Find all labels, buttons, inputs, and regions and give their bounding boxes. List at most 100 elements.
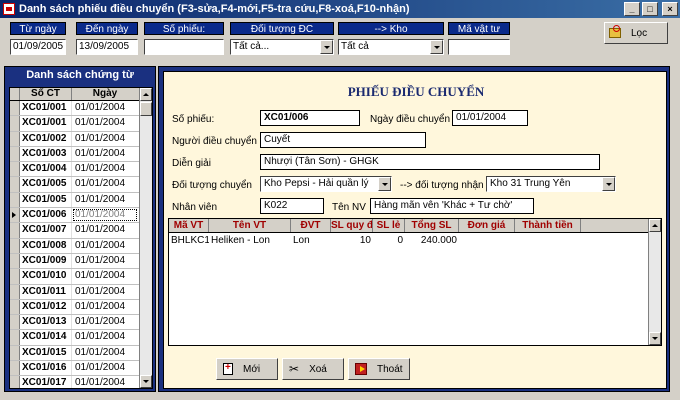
row-indicator[interactable] [10, 131, 20, 146]
row-indicator[interactable] [10, 361, 20, 376]
row-indicator[interactable] [10, 208, 20, 223]
from-date-input[interactable]: 01/09/2005 [10, 39, 66, 55]
document-list-scrollbar[interactable] [139, 88, 152, 388]
row-indicator[interactable] [10, 101, 20, 116]
close-button[interactable]: × [662, 2, 678, 16]
list-item[interactable]: XC01/002 01/01/2004 [10, 131, 152, 147]
list-item[interactable]: XC01/004 01/01/2004 [10, 162, 152, 178]
doc-no-field[interactable]: XC01/006 [260, 110, 360, 126]
list-item-doc-no: XC01/015 [20, 345, 72, 361]
row-indicator[interactable] [10, 162, 20, 177]
detail-grid[interactable]: Mã VT Tên VT ĐVT SL quy đổi SL lẻ Tổng S… [168, 218, 662, 346]
doc-no-filter-input[interactable] [144, 39, 224, 55]
list-item-doc-no: XC01/011 [20, 284, 72, 299]
row-indicator[interactable] [10, 345, 20, 361]
to-date-input[interactable]: 13/09/2005 [76, 39, 138, 55]
chevron-down-icon[interactable] [378, 177, 391, 191]
scroll-down-button[interactable] [140, 375, 152, 388]
col-unit[interactable]: ĐVT [291, 219, 331, 232]
detail-grid-scrollbar[interactable] [648, 219, 661, 345]
item-code-filter-input[interactable] [448, 39, 510, 55]
list-item-date: 01/01/2004 [75, 224, 126, 236]
list-item[interactable]: XC01/017 01/01/2004 [10, 376, 152, 388]
col-amount[interactable]: Thành tiền [515, 219, 581, 232]
to-target-value: Kho 31 Trung Yên [490, 178, 571, 189]
list-item[interactable]: XC01/013 01/01/2004 [10, 315, 152, 331]
chevron-down-icon[interactable] [602, 177, 615, 191]
row-indicator[interactable] [10, 315, 20, 330]
col-date[interactable]: Ngày [72, 88, 138, 100]
row-indicator[interactable] [10, 146, 20, 162]
list-item[interactable]: XC01/003 01/01/2004 [10, 146, 152, 163]
list-item[interactable]: XC01/005 01/01/2004 [10, 177, 152, 193]
detail-unit-price [459, 233, 515, 248]
col-unit-price[interactable]: Đơn giá [459, 219, 515, 232]
staff-code-field[interactable]: K022 [260, 198, 324, 214]
list-item[interactable]: XC01/012 01/01/2004 [10, 299, 152, 316]
list-item-doc-no: XC01/017 [20, 376, 72, 388]
scroll-up-button[interactable] [649, 219, 661, 232]
list-item[interactable]: XC01/015 01/01/2004 [10, 345, 152, 362]
scroll-up-button[interactable] [140, 88, 152, 101]
list-item[interactable]: XC01/001 01/01/2004 [10, 116, 152, 132]
row-indicator[interactable] [10, 299, 20, 315]
exit-door-icon [355, 363, 367, 375]
warehouse-filter-label: --> Kho [338, 22, 444, 35]
list-item[interactable]: XC01/016 01/01/2004 [10, 361, 152, 377]
new-button[interactable]: Mới [216, 358, 278, 380]
list-item[interactable]: XC01/007 01/01/2004 [10, 223, 152, 239]
row-indicator[interactable] [10, 253, 20, 269]
chevron-down-icon[interactable] [430, 40, 443, 54]
item-code-filter-label: Mã vật tư [448, 22, 510, 35]
chevron-down-icon[interactable] [320, 40, 333, 54]
minimize-button[interactable]: _ [624, 2, 640, 16]
detail-row[interactable]: BHLKC1 Heliken - Lon Lon 10 0 240.000 [169, 233, 661, 248]
row-indicator[interactable] [10, 330, 20, 345]
list-item[interactable]: XC01/011 01/01/2004 [10, 284, 152, 300]
list-item[interactable]: XC01/006 01/01/2004 [10, 208, 152, 224]
list-item-doc-no: XC01/009 [20, 253, 72, 269]
warehouse-filter-select[interactable]: Tất cả [338, 39, 444, 55]
list-item-date: 01/01/2004 [75, 331, 126, 343]
list-item[interactable]: XC01/014 01/01/2004 [10, 330, 152, 346]
warehouse-filter-value: Tất cả [341, 41, 369, 52]
row-indicator[interactable] [10, 238, 20, 253]
list-item[interactable]: XC01/010 01/01/2004 [10, 269, 152, 285]
row-indicator[interactable] [10, 116, 20, 131]
delete-button-label: Xoá [309, 363, 327, 375]
list-item[interactable]: XC01/001 01/01/2004 [10, 101, 152, 117]
from-target-select[interactable]: Kho Pepsi - Hải quần lý [260, 176, 392, 192]
col-total-qty[interactable]: Tổng SL [405, 219, 459, 232]
document-list-grid[interactable]: Số CT Ngày XC01/001 01/01/2004 XC01/001 01/… [9, 87, 153, 389]
transfer-date-field[interactable]: 01/01/2004 [452, 110, 528, 126]
row-indicator[interactable] [10, 269, 20, 284]
col-item-code[interactable]: Mã VT [169, 219, 209, 232]
scroll-thumb[interactable] [140, 102, 152, 116]
row-indicator[interactable] [10, 192, 20, 208]
col-item-name[interactable]: Tên VT [209, 219, 291, 232]
app-icon [3, 3, 15, 15]
staff-name-field[interactable]: Hàng mãn vên 'Khác + Tư chờ' [370, 198, 534, 214]
exit-button[interactable]: Thoát [348, 358, 410, 380]
row-indicator[interactable] [10, 376, 20, 388]
list-item[interactable]: XC01/008 01/01/2004 [10, 238, 152, 254]
person-field[interactable]: Cuyết [260, 132, 426, 148]
detail-total-qty: 240.000 [420, 235, 457, 246]
col-doc-no[interactable]: Số CT [20, 88, 72, 100]
delete-button[interactable]: ✂ Xoá [282, 358, 344, 380]
to-target-select[interactable]: Kho 31 Trung Yên [486, 176, 616, 192]
filter-button[interactable]: Lọc [604, 22, 668, 44]
col-qty-odd[interactable]: SL lẻ [373, 219, 405, 232]
target-filter-select[interactable]: Tất cả... [230, 39, 334, 55]
list-item-doc-no: XC01/001 [20, 101, 72, 116]
col-qty-converted[interactable]: SL quy đổi [331, 219, 373, 232]
row-indicator[interactable] [10, 223, 20, 238]
list-item[interactable]: XC01/005 01/01/2004 [10, 192, 152, 209]
row-indicator[interactable] [10, 177, 20, 192]
scroll-down-button[interactable] [649, 332, 661, 345]
note-field[interactable]: Nhượi (Tân Sơn) - GHGK [260, 154, 600, 170]
row-indicator[interactable] [10, 284, 20, 299]
filter-button-label: Lọc [631, 27, 648, 39]
list-item[interactable]: XC01/009 01/01/2004 [10, 253, 152, 270]
maximize-button[interactable]: □ [642, 2, 658, 16]
